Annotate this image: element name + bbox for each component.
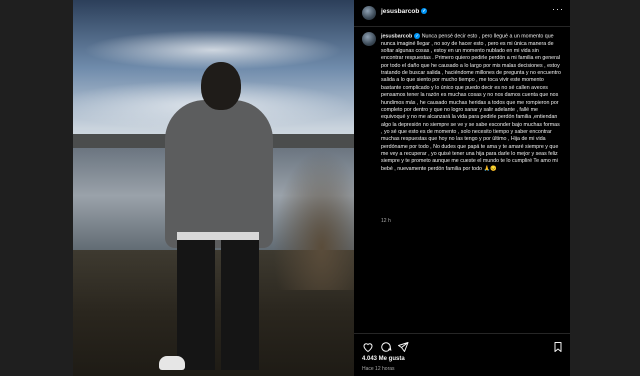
post-photo[interactable] xyxy=(73,0,354,376)
avatar[interactable] xyxy=(362,6,376,20)
person-hoodie xyxy=(165,100,273,248)
person-head xyxy=(201,62,241,110)
caption-time: 12 h xyxy=(381,218,391,224)
caption-text: Nunca pensé decir esto , pero llegué a u… xyxy=(381,33,563,172)
dry-grass xyxy=(273,150,354,290)
verified-badge-icon: ✓ xyxy=(414,33,421,39)
header-username[interactable]: jesusbarcob ✓ xyxy=(381,8,428,15)
action-bar xyxy=(354,333,570,354)
post-caption: jesusbarcob ✓ Nunca pensé decir esto , pe… xyxy=(381,33,562,173)
share-icon[interactable] xyxy=(397,341,409,353)
left-backdrop xyxy=(0,0,73,376)
person-leg xyxy=(221,240,259,370)
likes-count[interactable]: 4.043 Me gusta xyxy=(362,356,405,362)
heart-icon[interactable] xyxy=(362,341,374,353)
caption-username[interactable]: jesusbarcob xyxy=(381,33,412,39)
person-shirt xyxy=(177,232,259,240)
username-text[interactable]: jesusbarcob xyxy=(381,8,419,15)
post-header: jesusbarcob ✓ ··· xyxy=(354,0,570,27)
bookmark-icon[interactable] xyxy=(552,341,564,353)
comment-icon[interactable] xyxy=(380,341,392,353)
verified-badge-icon: ✓ xyxy=(421,8,428,15)
person-leg xyxy=(177,240,215,370)
post-panel: jesusbarcob ✓ ··· jesusbarcob ✓ Nunca pens… xyxy=(354,0,570,376)
more-options-icon[interactable]: ··· xyxy=(552,4,564,14)
caption-avatar[interactable] xyxy=(362,32,376,46)
post-time: Hace 12 horas xyxy=(362,366,395,372)
person-shoe xyxy=(159,356,185,370)
right-backdrop xyxy=(570,0,640,376)
